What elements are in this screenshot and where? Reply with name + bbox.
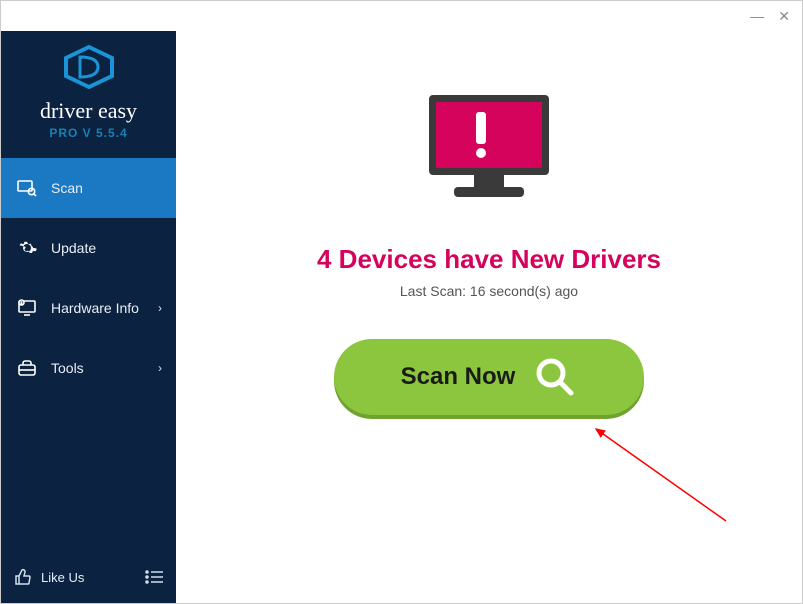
scan-now-label: Scan Now (401, 363, 516, 391)
titlebar: — ✕ (1, 1, 802, 31)
like-us-label: Like Us (41, 570, 84, 585)
nav-label: Tools (51, 360, 158, 376)
brand-version: PRO V 5.5.4 (1, 126, 176, 140)
sidebar-bottom: Like Us (1, 557, 176, 603)
sidebar: driver easy PRO V 5.5.4 Scan (1, 31, 176, 603)
chevron-right-icon: › (158, 301, 162, 315)
last-scan-text: Last Scan: 16 second(s) ago (400, 283, 578, 299)
thumbs-up-icon (11, 565, 35, 589)
nav-item-hardware[interactable]: i Hardware Info › (1, 278, 176, 338)
svg-text:i: i (21, 300, 22, 305)
annotation-arrow (586, 421, 746, 541)
nav-item-scan[interactable]: Scan (1, 158, 176, 218)
logo-area: driver easy PRO V 5.5.4 (1, 31, 176, 150)
gear-icon (15, 238, 39, 258)
toolbox-icon (15, 358, 39, 378)
magnify-icon (533, 355, 577, 399)
menu-list-icon[interactable] (142, 565, 166, 589)
brand-name: driver easy (1, 98, 176, 124)
logo-icon (62, 45, 116, 94)
main-content: 4 Devices have New Drivers Last Scan: 16… (176, 31, 802, 603)
alert-monitor-icon (414, 87, 564, 222)
nav-label: Scan (51, 180, 162, 196)
nav-label: Update (51, 240, 162, 256)
nav-label: Hardware Info (51, 300, 158, 316)
close-button[interactable]: ✕ (778, 8, 790, 25)
headline: 4 Devices have New Drivers (317, 244, 661, 275)
scan-now-button[interactable]: Scan Now (334, 339, 644, 415)
chevron-right-icon: › (158, 361, 162, 375)
nav-item-update[interactable]: Update (1, 218, 176, 278)
nav: Scan Update i (1, 158, 176, 557)
like-us-button[interactable]: Like Us (11, 565, 134, 589)
monitor-icon: i (15, 298, 39, 318)
minimize-button[interactable]: — (750, 8, 764, 24)
scan-icon (15, 178, 39, 198)
nav-item-tools[interactable]: Tools › (1, 338, 176, 398)
